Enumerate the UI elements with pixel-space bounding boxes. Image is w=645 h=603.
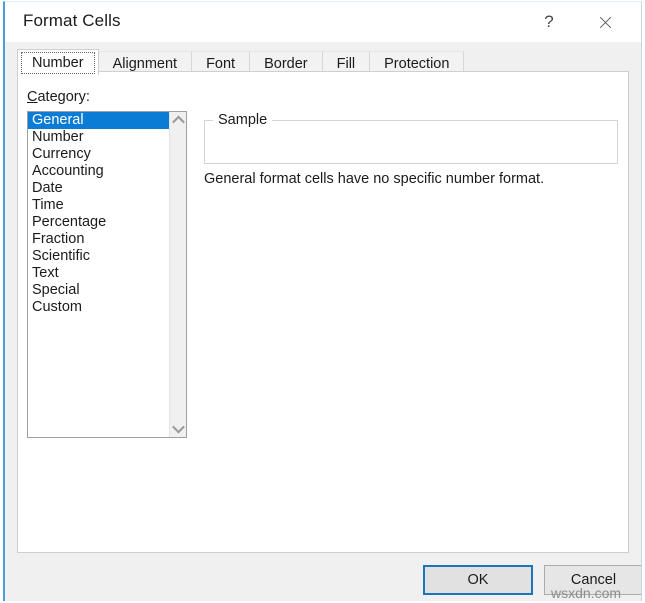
category-list[interactable]: General Number Currency Accounting Date … — [28, 112, 169, 437]
category-listbox[interactable]: General Number Currency Accounting Date … — [27, 111, 187, 438]
tab-label: Fill — [337, 56, 356, 72]
category-list-scrollbar[interactable] — [169, 112, 186, 437]
format-cells-dialog: Format Cells ? Number Alignment Font — [3, 1, 642, 601]
category-label-accelerator: C — [27, 89, 37, 105]
page-title: Format Cells — [23, 11, 121, 31]
scrollbar-track[interactable] — [170, 129, 186, 420]
chevron-up-icon — [172, 116, 185, 129]
help-button[interactable]: ? — [527, 2, 571, 42]
format-description: General format cells have no specific nu… — [204, 170, 624, 188]
title-bar: Format Cells ? — [5, 2, 641, 42]
list-item[interactable]: Scientific — [28, 248, 169, 265]
list-item[interactable]: Text — [28, 265, 169, 282]
ok-button[interactable]: OK — [423, 565, 533, 595]
tab-label: Protection — [384, 56, 449, 72]
close-button[interactable] — [583, 2, 627, 42]
scroll-down-button[interactable] — [170, 420, 186, 437]
sample-groupbox: Sample — [204, 112, 618, 164]
question-mark-icon: ? — [544, 12, 553, 32]
sample-groupbox-title: Sample — [213, 112, 272, 129]
list-item[interactable]: Currency — [28, 146, 169, 163]
list-item[interactable]: General — [28, 112, 169, 129]
tab-content-number: Category: General Number Currency Accoun… — [17, 71, 629, 553]
tab-label: Font — [206, 56, 235, 72]
chevron-down-icon — [172, 421, 185, 434]
tab-number[interactable]: Number — [17, 49, 99, 75]
list-item[interactable]: Number — [28, 129, 169, 146]
list-item[interactable]: Custom — [28, 299, 169, 316]
scroll-up-button[interactable] — [170, 112, 186, 129]
tab-label: Alignment — [113, 56, 177, 72]
list-item[interactable]: Accounting — [28, 163, 169, 180]
list-item[interactable]: Special — [28, 282, 169, 299]
close-icon — [598, 15, 613, 30]
tab-label: Number — [32, 55, 84, 71]
tab-strip: Number Alignment Font Border Fill Protec… — [5, 42, 641, 72]
category-label: Category: — [27, 89, 90, 105]
list-item[interactable]: Time — [28, 197, 169, 214]
ok-button-label: OK — [468, 572, 489, 588]
watermark: wsxdn.com — [551, 585, 621, 601]
list-item[interactable]: Date — [28, 180, 169, 197]
list-item[interactable]: Percentage — [28, 214, 169, 231]
list-item[interactable]: Fraction — [28, 231, 169, 248]
screen: Format Cells ? Number Alignment Font — [0, 0, 645, 603]
tab-label: Border — [264, 56, 308, 72]
category-label-rest: ategory: — [37, 89, 89, 105]
